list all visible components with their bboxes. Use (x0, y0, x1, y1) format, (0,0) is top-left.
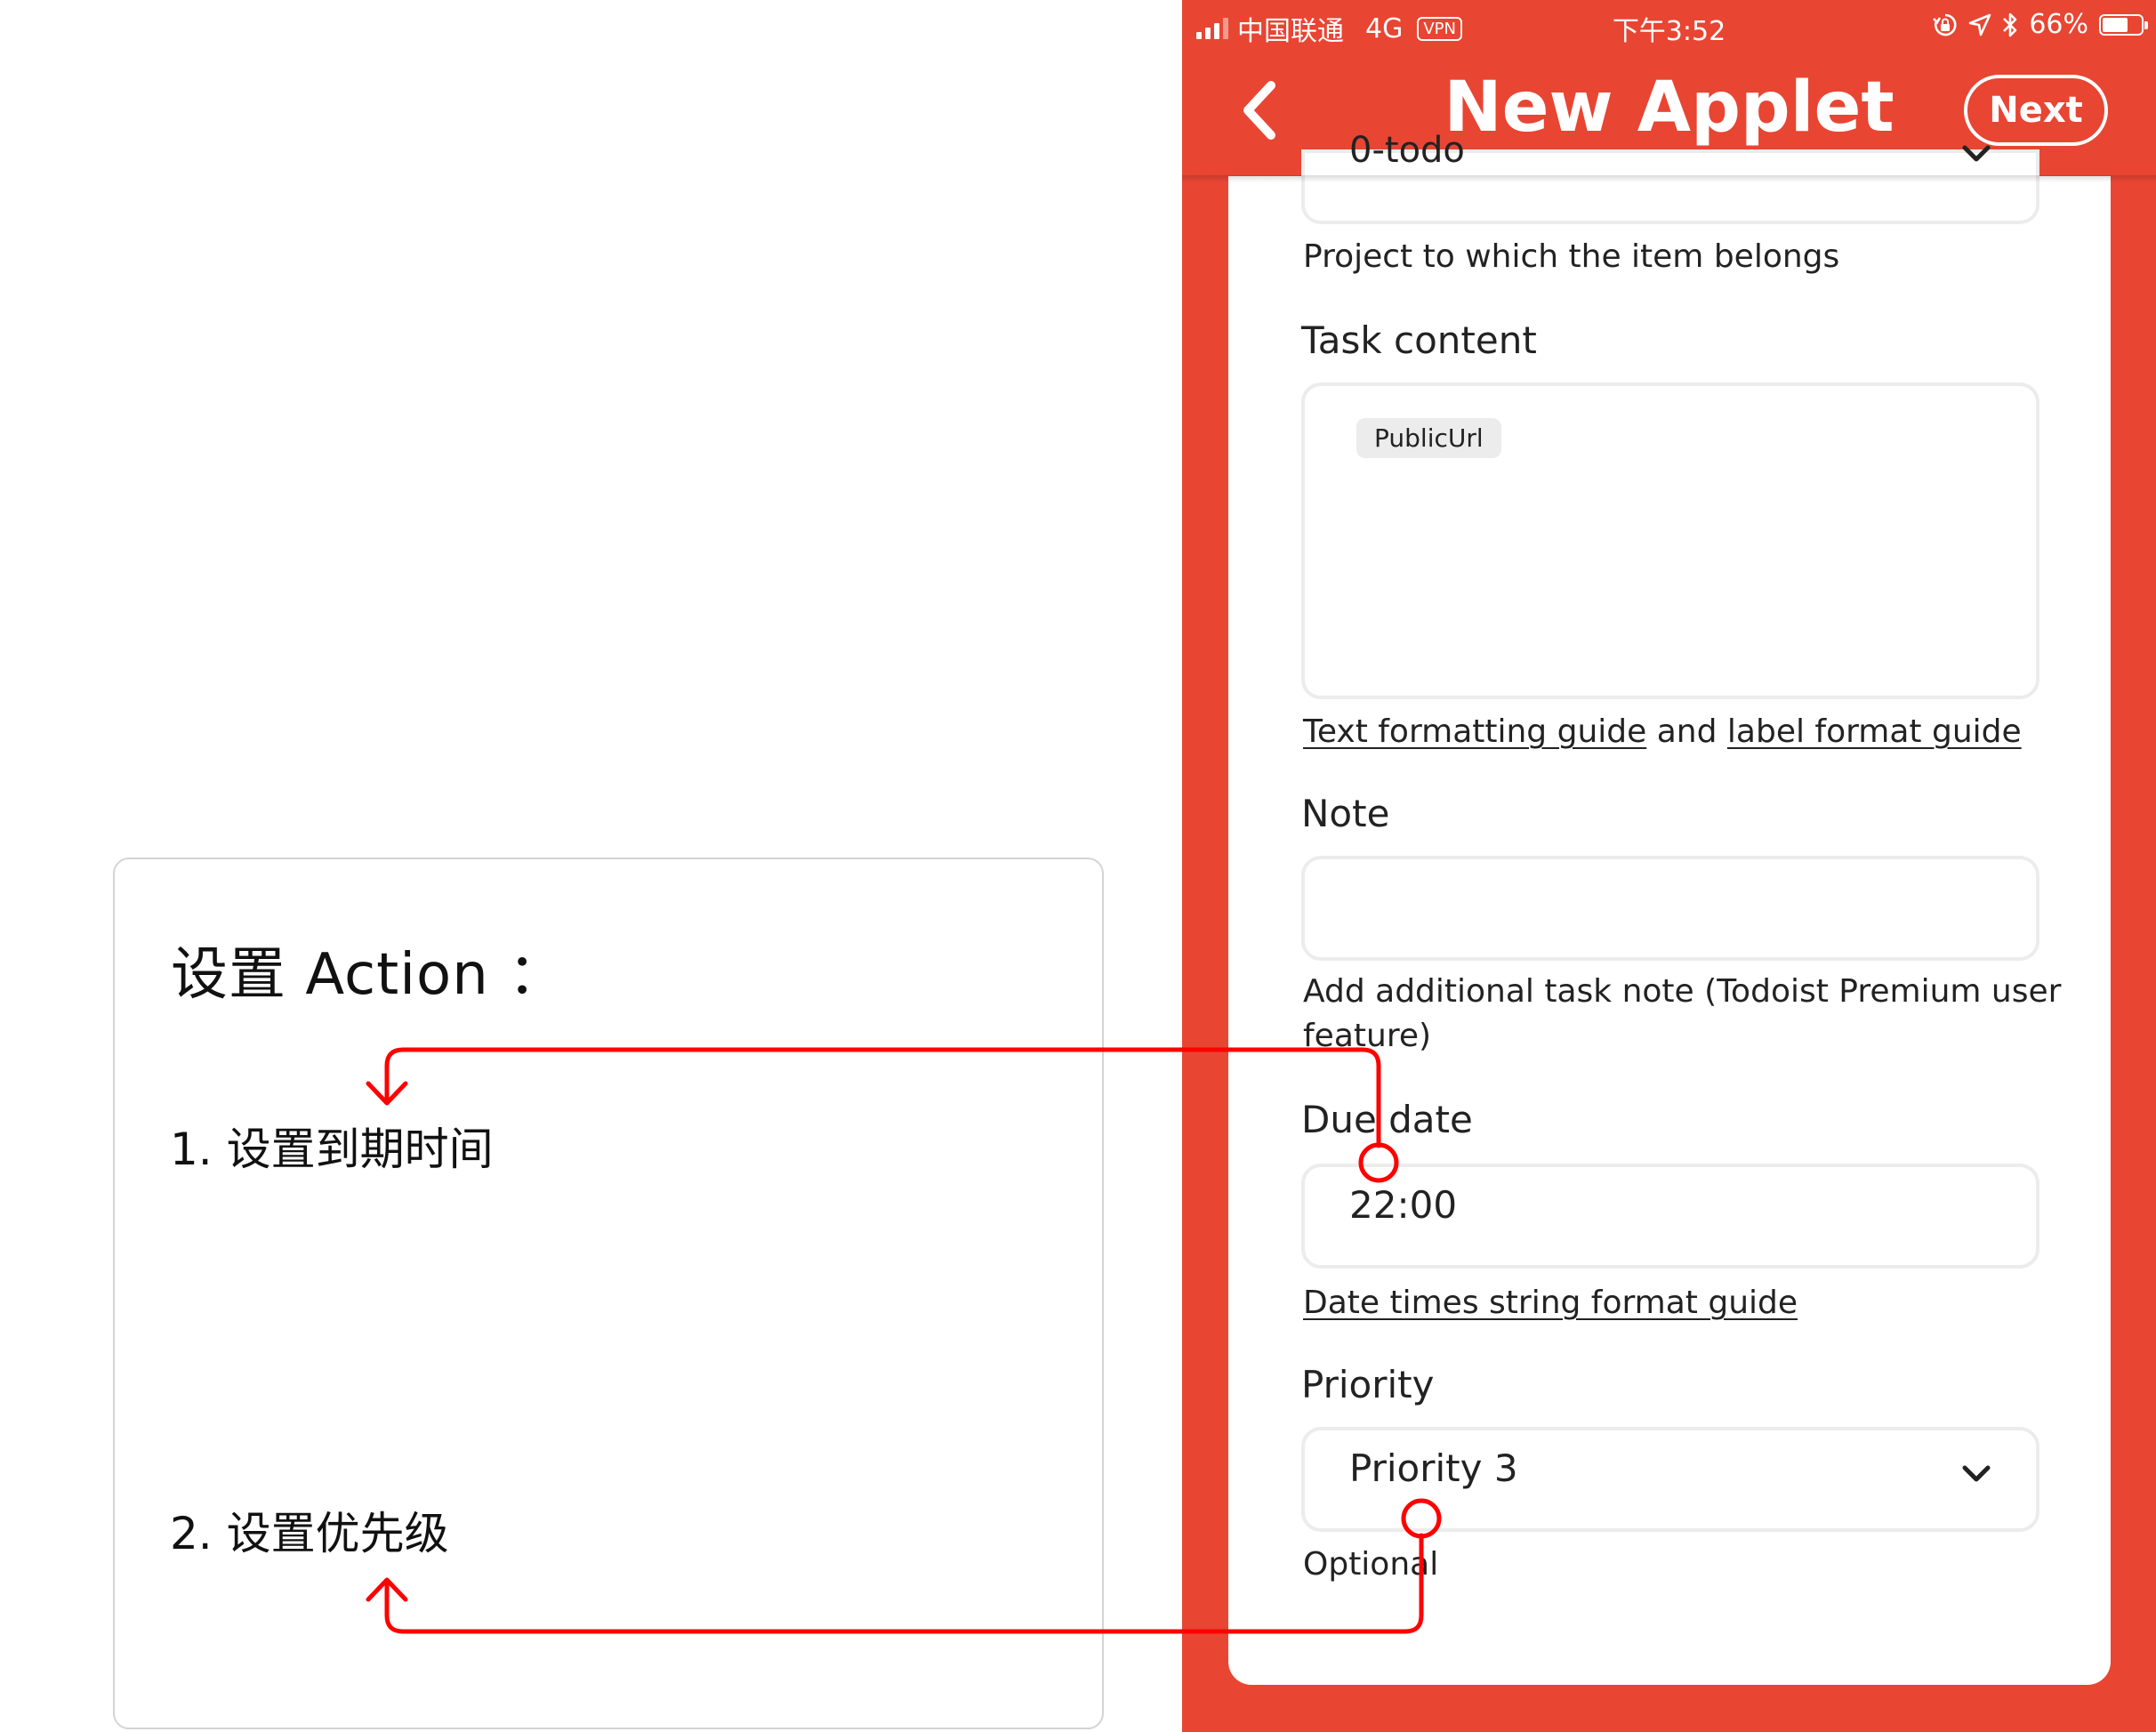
priority-label: Priority (1301, 1363, 1435, 1406)
project-select-value: 0-todo (1349, 130, 1465, 171)
phone-screen: 中国联通 4G VPN 下午3:52 66% New Applet Next 0… (1182, 0, 2156, 1732)
battery-percent: 66% (2029, 9, 2088, 40)
task-content-label: Task content (1301, 318, 1537, 362)
annotation-step-due-date: 1. 设置到期时间 (170, 1124, 494, 1175)
annotation-title: 设置 Action ： (171, 942, 567, 1008)
chevron-down-icon (1962, 145, 1991, 162)
next-button[interactable]: Next (1964, 75, 2108, 146)
battery-icon (2099, 13, 2148, 36)
lock-rotation-icon (1933, 13, 1957, 36)
label-format-guide-link[interactable]: label format guide (1727, 713, 2022, 750)
due-date-value: 22:00 (1349, 1183, 1458, 1227)
priority-select[interactable]: Priority 3 (1301, 1427, 2039, 1532)
project-select[interactable]: 0-todo (1301, 130, 2039, 224)
note-help-line-1: Add additional task note (Todoist Premiu… (1303, 973, 2062, 1010)
date-format-guide-link[interactable]: Date times string format guide (1303, 1285, 1798, 1321)
chevron-down-icon (1962, 1465, 1991, 1482)
formatting-guide-links: Text formatting guide and label format g… (1303, 713, 2022, 750)
date-format-guide: Date times string format guide (1303, 1285, 1798, 1321)
and-text: and (1656, 713, 1718, 750)
status-bar: 中国联通 4G VPN 下午3:52 66% (1182, 0, 2156, 50)
annotation-card: 设置 Action ： 1. 设置到期时间 2. 设置优先级 (113, 858, 1104, 1729)
action-fields-form: 0-todo Project to which the item belongs… (1228, 130, 2111, 1685)
priority-help-text: Optional (1303, 1546, 1439, 1583)
location-arrow-icon (1969, 13, 1991, 36)
bluetooth-icon (2003, 12, 2017, 36)
project-help-text: Project to which the item belongs (1303, 238, 1840, 275)
text-formatting-guide-link[interactable]: Text formatting guide (1303, 713, 1646, 750)
due-date-input[interactable]: 22:00 (1301, 1164, 2039, 1269)
annotation-step-priority: 2. 设置优先级 (170, 1508, 449, 1559)
note-label: Note (1301, 792, 1390, 835)
note-help-line-2: feature) (1303, 1018, 1432, 1054)
ingredient-chip[interactable]: PublicUrl (1356, 418, 1501, 458)
battery-fill (2103, 17, 2128, 32)
priority-select-value: Priority 3 (1349, 1446, 1518, 1490)
due-date-label: Due date (1301, 1098, 1473, 1141)
note-input[interactable] (1301, 856, 2039, 961)
task-content-input[interactable]: PublicUrl (1301, 383, 2039, 699)
